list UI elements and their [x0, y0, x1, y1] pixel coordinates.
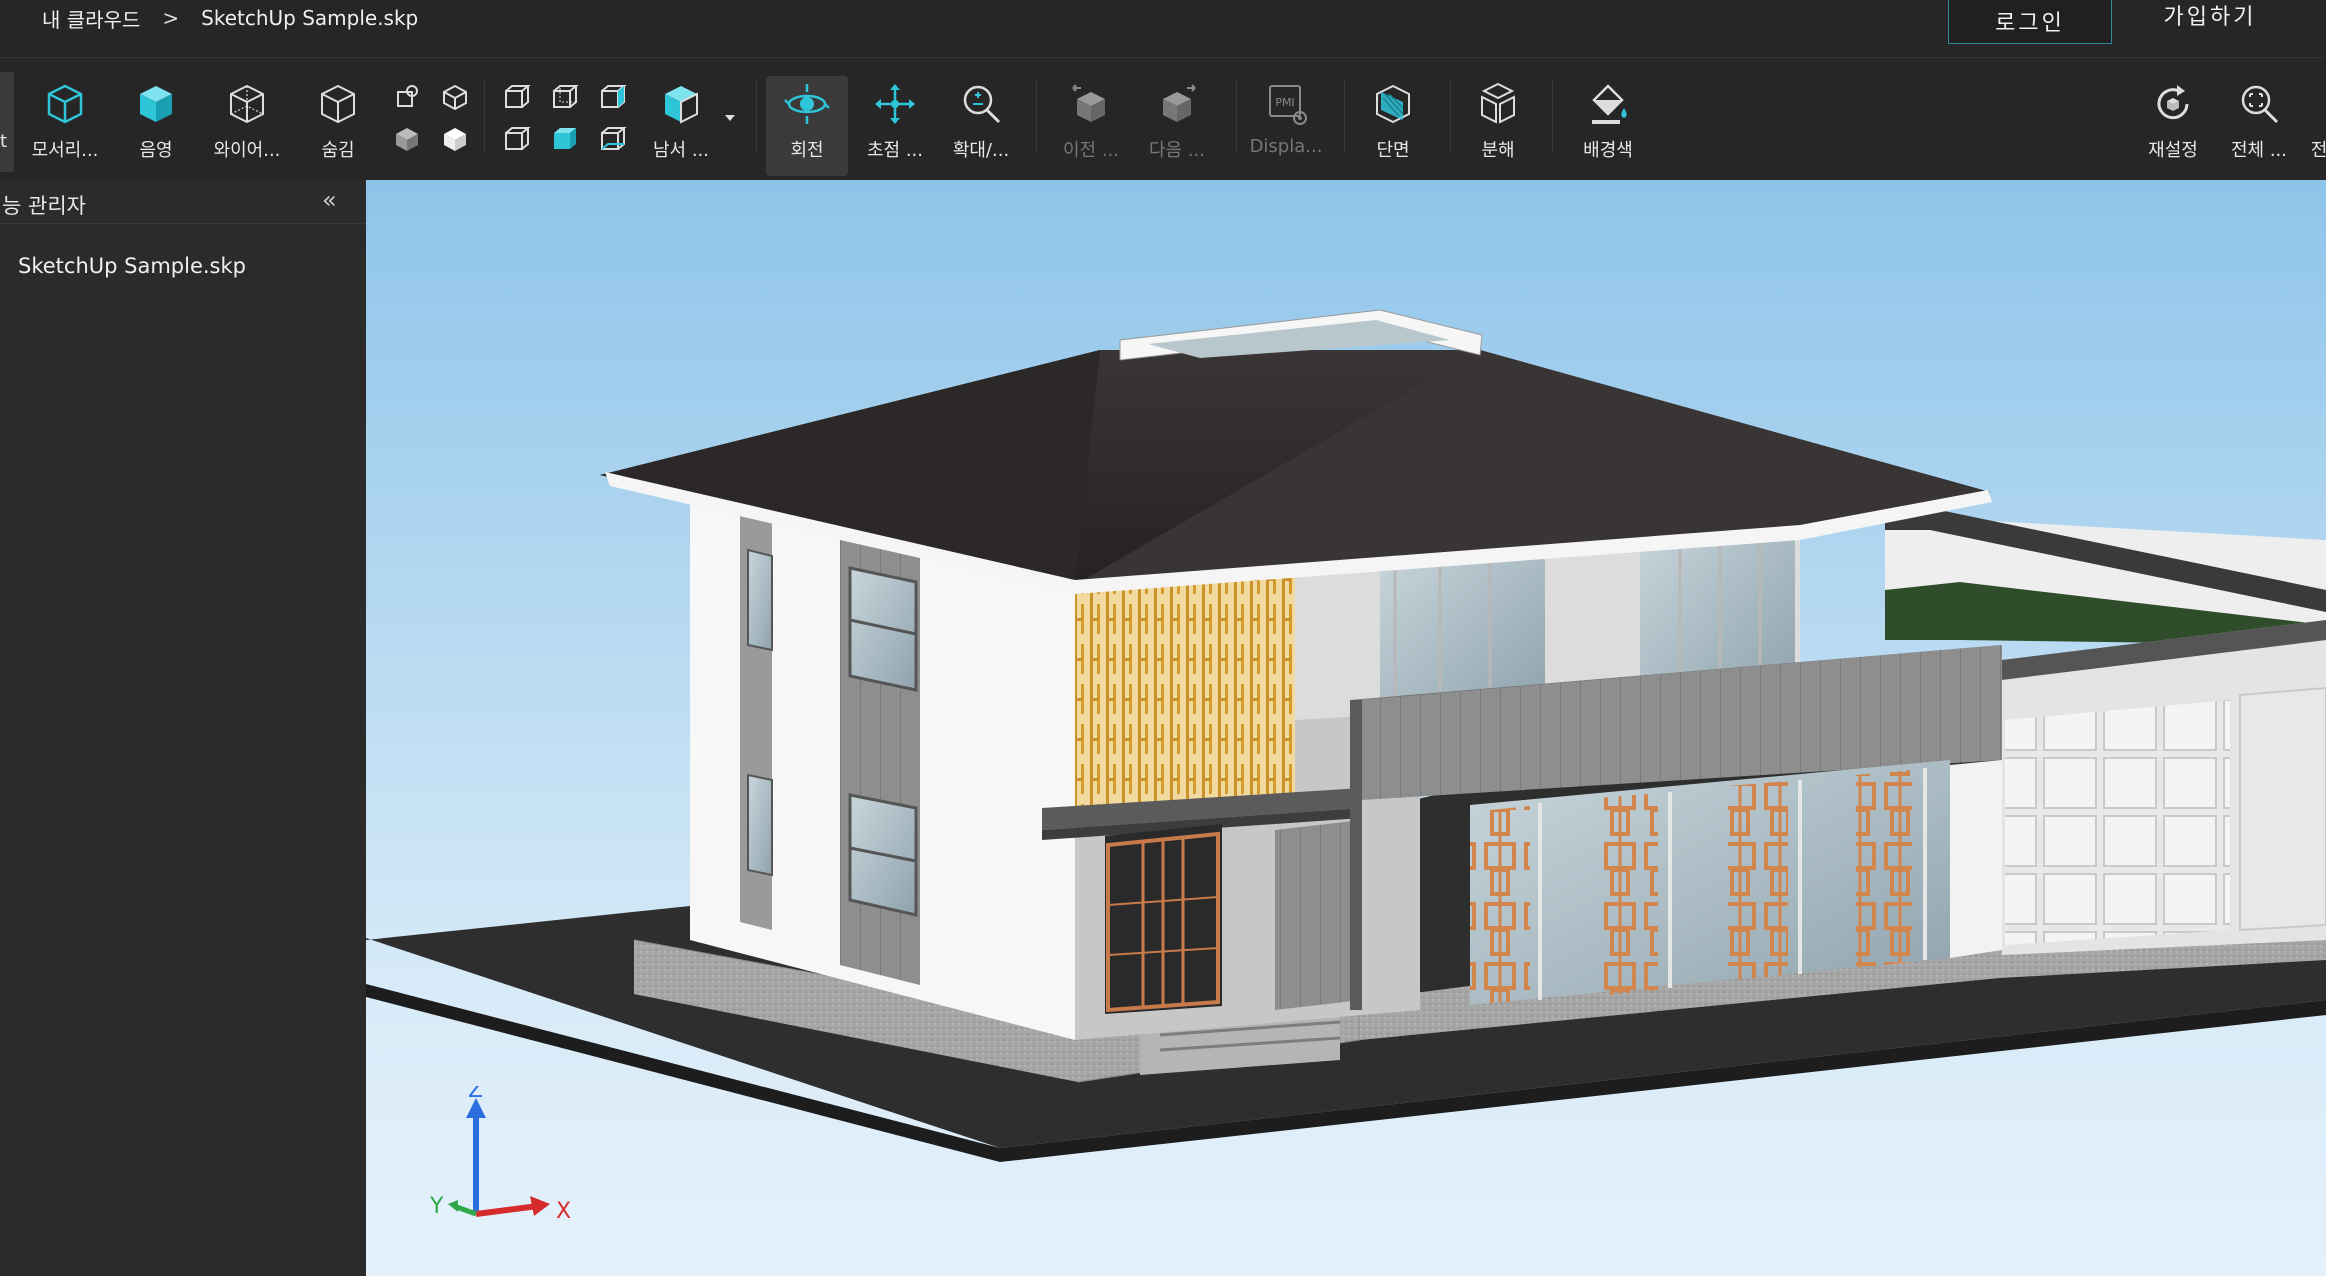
cube-wireframe-icon	[230, 84, 264, 124]
reset-button[interactable]: 재설정	[2130, 76, 2216, 176]
view-left-icon[interactable]	[598, 82, 628, 112]
shaded-label: 음영	[139, 140, 173, 161]
cube-hidden-icon	[321, 84, 355, 124]
orbit-icon	[784, 84, 830, 124]
background-color-label: 배경색	[1583, 140, 1633, 161]
previous-view-button[interactable]: 이전 ...	[1048, 76, 1134, 176]
background-color-icon	[1592, 84, 1627, 124]
zoom-fit-icon	[2241, 85, 2279, 124]
toolbar-cut-label: t	[0, 131, 8, 152]
tree-item-model[interactable]: SketchUp Sample.skp	[18, 254, 246, 278]
hidden-line-label: 숨김	[321, 140, 355, 161]
view-back-icon[interactable]	[550, 82, 580, 112]
pan-icon	[875, 84, 915, 124]
sidebar: 능 관리자 « SketchUp Sample.skp	[0, 180, 366, 1276]
cut-off-button[interactable]: 전	[2296, 76, 2326, 176]
cut-off-icon	[2296, 80, 2326, 128]
orbit-label: 회전	[790, 140, 824, 161]
pan-button[interactable]: 초점 ...	[852, 76, 938, 176]
toolbar-cut-item[interactable]: t	[0, 72, 14, 172]
signup-button[interactable]: 가입하기	[2140, 0, 2280, 30]
next-view-button[interactable]: 다음 ...	[1134, 76, 1220, 176]
wireframe-button[interactable]: 와이어...	[204, 76, 290, 176]
zoom-fit-label: 전체 ...	[2230, 140, 2287, 161]
view-front-icon[interactable]	[502, 82, 532, 112]
breadcrumb-separator: >	[162, 6, 180, 30]
breadcrumb: 내 클라우드 > SketchUp Sample.skp	[42, 0, 418, 36]
shaded-button[interactable]: 음영	[113, 76, 199, 176]
zoom-fit-button[interactable]: 전체 ...	[2216, 76, 2302, 176]
breadcrumb-current: SketchUp Sample.skp	[201, 6, 419, 30]
display-pmi-button[interactable]: PMI Displa...	[1243, 76, 1329, 176]
breadcrumb-root[interactable]: 내 클라우드	[42, 4, 140, 33]
cube-shaded-icon	[140, 86, 172, 122]
axis-y-label: Y	[429, 1194, 444, 1219]
view-small-1-icon[interactable]	[392, 82, 422, 112]
view-small-2-icon[interactable]	[440, 82, 470, 112]
pmi-text: PMI	[1275, 96, 1294, 109]
section-icon	[1376, 84, 1410, 124]
explode-button[interactable]: 분해	[1455, 76, 1541, 176]
axis-z-label: Z	[468, 1086, 483, 1103]
cube-edges-icon	[47, 84, 83, 124]
display-pmi-label: Displa...	[1249, 136, 1323, 157]
zoom-label: 확대/...	[952, 140, 1010, 161]
view-right-icon[interactable]	[502, 124, 532, 154]
pan-label: 초점 ...	[866, 140, 923, 161]
reset-icon	[2157, 85, 2189, 120]
sidebar-header: 능 관리자 «	[0, 180, 366, 224]
southwest-view-button[interactable]: 남서 ...	[638, 76, 724, 176]
reset-label: 재설정	[2148, 140, 2198, 161]
previous-view-icon	[1072, 84, 1105, 122]
background-color-button[interactable]: 배경색	[1560, 76, 1656, 176]
view-small-3-icon[interactable]	[392, 124, 422, 154]
next-view-icon	[1163, 84, 1196, 122]
explode-label: 분해	[1481, 140, 1515, 161]
zoom-button[interactable]: 확대/...	[938, 76, 1024, 176]
3d-viewport[interactable]: Z Y X	[366, 180, 2326, 1276]
view-small-4-icon[interactable]	[440, 124, 470, 154]
view-top-icon[interactable]	[550, 124, 580, 154]
hidden-line-button[interactable]: 숨김	[295, 76, 381, 176]
view-bottom-icon[interactable]	[598, 124, 628, 154]
top-bar: 내 클라우드 > SketchUp Sample.skp 로그인 가입하기	[0, 0, 2326, 58]
explode-icon	[1481, 82, 1515, 124]
wireframe-label: 와이어...	[213, 140, 281, 161]
collapse-sidebar-button[interactable]: «	[322, 186, 337, 214]
cut-off-label: 전	[2310, 140, 2326, 161]
cube-southwest-icon	[665, 86, 698, 124]
southwest-view-label: 남서 ...	[652, 140, 709, 161]
axis-triad: Z Y X	[429, 1086, 571, 1224]
house-model	[366, 309, 2326, 1162]
sidebar-title: 능 관리자	[2, 194, 86, 218]
login-button[interactable]: 로그인	[1948, 0, 2112, 44]
previous-view-label: 이전 ...	[1062, 140, 1119, 161]
axis-x-label: X	[556, 1199, 571, 1224]
next-view-label: 다음 ...	[1148, 140, 1205, 161]
pmi-display-icon: PMI	[1269, 85, 1307, 125]
edges-label: 모서리...	[31, 140, 99, 161]
section-label: 단면	[1376, 140, 1410, 161]
orbit-button[interactable]: 회전	[766, 76, 848, 176]
edges-button[interactable]: 모서리...	[22, 76, 108, 176]
section-button[interactable]: 단면	[1350, 76, 1436, 176]
toolbar: t 모서리... 음영 와이어... 숨김 남서 ... 회전 초점 ... 확…	[0, 58, 2326, 180]
zoom-icon	[963, 85, 1001, 124]
chevron-down-icon[interactable]	[722, 110, 738, 126]
